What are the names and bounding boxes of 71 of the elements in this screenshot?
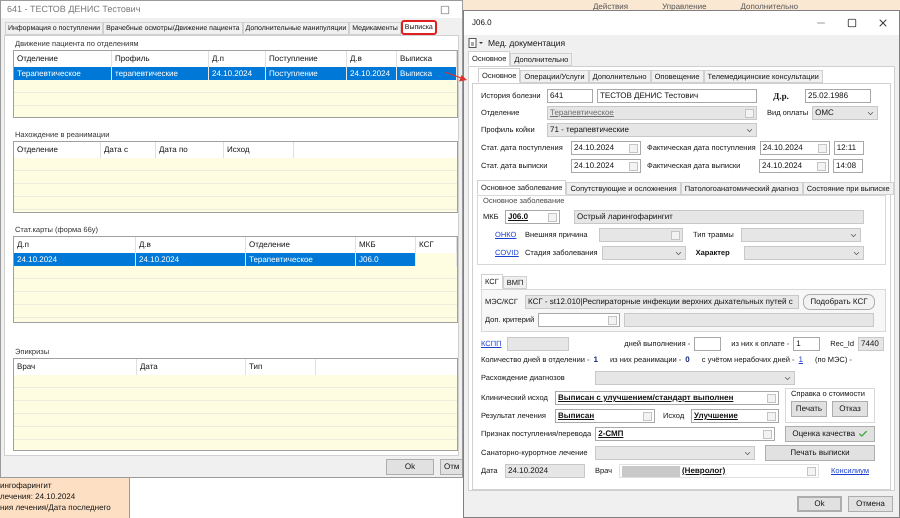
time-field[interactable]: 12:11	[834, 141, 864, 155]
patient-name-field[interactable]: ТЕСТОВ ДЕНИС Тестович	[597, 89, 757, 103]
pick-ksg-button[interactable]: Подобрать КСГ	[803, 294, 875, 310]
date-field[interactable]: 24.10.2024	[571, 141, 641, 155]
date-field[interactable]: 24.10.2024	[759, 159, 829, 173]
treatment-result-field[interactable]: Выписан	[555, 409, 655, 423]
browse-button[interactable]	[643, 412, 652, 420]
ksg-field[interactable]: КСГ - st12.010|Респираторные инфекции верхних дыхательных путей с	[525, 295, 799, 309]
kspp-field[interactable]	[507, 337, 569, 351]
doctor-field[interactable]: (Невролог)	[619, 464, 819, 478]
field-label: Д.р.	[772, 91, 790, 101]
ribbon-group-label: Действия	[593, 3, 628, 11]
quality-button[interactable]: Оценка качества	[785, 426, 876, 442]
date-field[interactable]: 24.10.2024	[505, 464, 585, 478]
table-cell[interactable]: Выписка	[397, 67, 457, 80]
ok-button[interactable]: Ok	[797, 496, 842, 512]
day-count[interactable]: 1	[798, 354, 803, 366]
extra-criterion-name-field[interactable]	[624, 313, 874, 327]
menu-title[interactable]: Мед. документация	[488, 36, 566, 50]
outcome-field[interactable]: Улучшение	[691, 409, 779, 423]
extra-criterion-field[interactable]	[538, 313, 620, 327]
clinical-outcome-field[interactable]: Выписан с улучшением/стандарт выполнен	[555, 391, 779, 405]
diagnosis-name-field[interactable]: Острый ларингофарингит	[574, 210, 864, 224]
print-discharge-button[interactable]: Печать выписки	[765, 445, 875, 461]
browse-button[interactable]	[807, 466, 816, 476]
note-line: лечения: 24.10.2024	[0, 491, 76, 502]
doctor-specialty: (Невролог)	[682, 467, 726, 475]
note-line: ингофарингит	[0, 480, 52, 491]
day-count: 1	[594, 354, 598, 366]
table-cell[interactable]: Терапевтическое	[14, 67, 112, 80]
date-field[interactable]: 24.10.2024	[760, 141, 830, 155]
paid-days-field[interactable]: 1	[793, 337, 820, 351]
window-title: J06.0	[472, 17, 493, 29]
execution-days-field[interactable]	[694, 337, 722, 351]
ribbon-group-label: Дополнительно	[740, 3, 798, 11]
redacted-block	[622, 466, 680, 476]
maximize-icon[interactable]	[847, 18, 857, 28]
print-button[interactable]: Печать	[791, 401, 827, 417]
table-cell[interactable]: терапевтические	[112, 67, 209, 80]
checkmark-icon	[858, 429, 868, 439]
date-field[interactable]: 24.10.2024	[571, 159, 641, 173]
history-number-field[interactable]: 641	[547, 89, 593, 103]
rec-id-field[interactable]: 7440	[858, 337, 884, 351]
cancel-button[interactable]: Отм	[440, 458, 462, 475]
bed-profile-select[interactable]: 71 - терапевтические	[547, 123, 757, 137]
table-cell[interactable]: Терапевтическое	[246, 253, 356, 266]
table-cell[interactable]: 24.10.2024	[209, 67, 266, 80]
time-field[interactable]: 14:08	[833, 159, 863, 173]
refuse-button[interactable]: Отказ	[832, 401, 868, 417]
admission-sign-field[interactable]: 2-СМП	[595, 427, 776, 441]
document-menu-icon[interactable]	[468, 38, 484, 48]
browse-button[interactable]	[671, 230, 680, 240]
table-cell[interactable]: 24.10.2024	[136, 253, 246, 266]
ribbon-group-label: Управление	[662, 3, 707, 11]
ok-button[interactable]: Ok	[386, 458, 434, 475]
annotation-arrow	[444, 70, 468, 82]
window-title: 641 - ТЕСТОВ ДЕНИС Тестович	[7, 2, 140, 16]
note-line: ния лечения/Дата последнего	[0, 502, 111, 513]
birth-date-field[interactable]: 25.02.1986	[805, 89, 871, 103]
external-cause-field[interactable]	[599, 228, 683, 242]
cancel-button[interactable]: Отмена	[848, 496, 893, 512]
close-icon[interactable]	[877, 17, 889, 29]
browse-button[interactable]	[548, 212, 557, 222]
table-cell[interactable]: J06.0	[356, 253, 416, 266]
table-cell[interactable]: 24.10.2024	[347, 67, 397, 80]
table-cell[interactable]: Поступление	[266, 67, 347, 80]
table-cell[interactable]: 24.10.2024	[14, 253, 136, 266]
browse-button[interactable]	[608, 316, 618, 324]
payment-type-select[interactable]: ОМС	[812, 106, 878, 120]
day-count: 0	[685, 354, 690, 366]
mkb-code-field[interactable]: J06.0	[505, 210, 560, 224]
